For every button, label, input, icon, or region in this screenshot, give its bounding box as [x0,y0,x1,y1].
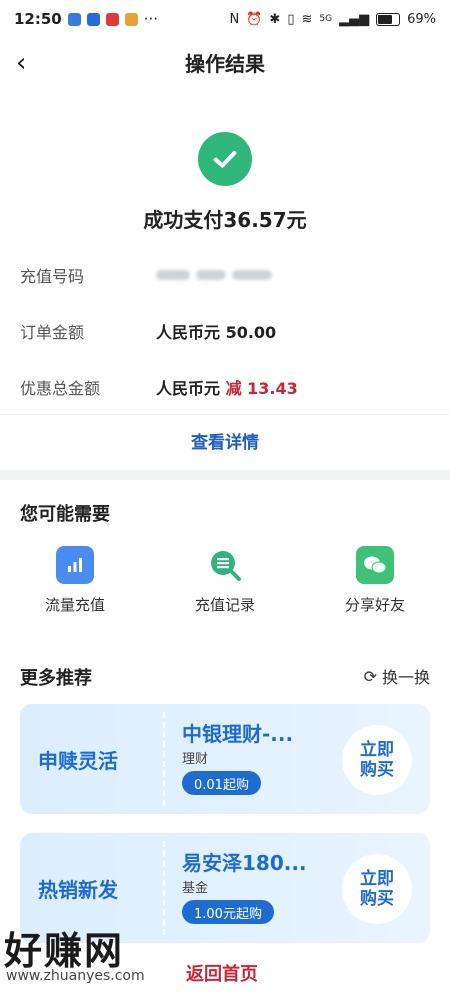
app-notification-icon [105,12,119,26]
product-type: 理财 [182,752,209,767]
bluetooth-icon: ✱ [269,11,281,27]
row-label: 充值号码 [20,267,85,286]
app-notification-icon [67,12,81,26]
product-name: 易安泽180... [182,851,307,875]
return-home-button[interactable]: 返回首页 [186,960,258,986]
product-name: 中银理财-... [182,722,294,746]
product-type: 基金 [182,881,209,896]
more-notifications-icon: ··· [143,10,159,28]
refresh-label: 换一换 [381,668,430,687]
card-divider [163,841,165,935]
min-purchase-badge: 1.00元起购 [182,900,274,924]
battery-icon [376,12,401,26]
need-item-label: 流量充值 [44,596,105,614]
success-check-icon [198,132,252,186]
wifi-icon: ≋ [301,11,313,27]
discount-value: 人民币元 减 13.43 [156,375,298,399]
refresh-icon: ⟳ [363,666,377,686]
row-label: 订单金额 [20,323,85,342]
signal-icon: ▂▄▆ [339,11,370,27]
network-type: 5G [319,14,333,24]
buy-label-line2: 购买 [360,889,394,909]
buy-label-line1: 立即 [360,869,394,889]
vibrate-icon: ▯ [287,11,295,27]
wechat-icon [356,546,394,584]
row-order-amount: 订单金额 人民币元 50.00 [20,316,430,346]
divider [0,414,450,415]
watermark-logo: 好赚网 [4,929,125,973]
app-notification-icon [124,12,138,26]
record-search-icon [206,546,244,584]
nfc-icon: N [229,11,240,27]
app-notification-icon [86,12,100,26]
need-item-share-friends[interactable]: 分享好友 [300,546,450,615]
buy-now-button[interactable]: 立即 购买 [342,725,412,795]
masked-phone-number [156,270,272,280]
discount-amount: 减 13.43 [225,379,298,398]
status-time: 12:50 [14,10,62,28]
card-tag: 申赎灵活 [38,748,118,773]
battery-percent: 69% [407,11,436,27]
recommend-card[interactable]: 申赎灵活 中银理财-... 理财 0.01起购 立即 购买 [20,704,430,814]
card-divider [163,712,165,806]
data-topup-icon [56,546,94,584]
back-arrow-icon[interactable]: ‹ [16,48,26,78]
row-recharge-number: 充值号码 [20,260,430,290]
need-item-label: 分享好友 [344,596,405,614]
buy-label-line2: 购买 [360,760,394,780]
view-details-link[interactable]: 查看详情 [0,428,450,453]
page-title: 操作结果 [185,51,265,76]
payment-result-card: 成功支付36.57元 充值号码 订单金额 人民币元 50.00 优惠总金额 人民… [0,86,450,470]
min-purchase-badge: 0.01起购 [182,771,261,795]
order-amount-value: 人民币元 50.00 [156,323,277,342]
need-item-recharge-record[interactable]: 充值记录 [150,546,300,615]
buy-label-line1: 立即 [360,740,394,760]
payment-amount: 成功支付36.57元 [143,208,307,232]
section-title-recommend: 更多推荐 [20,668,92,689]
row-discount-total: 优惠总金额 人民币元 减 13.43 [20,372,430,402]
nav-bar: ‹ 操作结果 [0,38,450,86]
buy-now-button[interactable]: 立即 购买 [342,854,412,924]
row-label: 优惠总金额 [20,379,101,398]
need-item-label: 充值记录 [194,596,255,614]
alarm-icon: ⏰ [246,11,263,27]
section-title-needs: 您可能需要 [20,504,110,525]
status-bar: 12:50 ··· N ⏰ ✱ ▯ ≋ 5G ▂▄▆ 69% [0,0,450,38]
need-item-data-topup[interactable]: 流量充值 [0,546,150,615]
watermark-url: www.zhuanyes.com [6,968,145,984]
refresh-button[interactable]: ⟳ 换一换 [364,664,430,688]
currency-label: 人民币元 [156,379,226,398]
